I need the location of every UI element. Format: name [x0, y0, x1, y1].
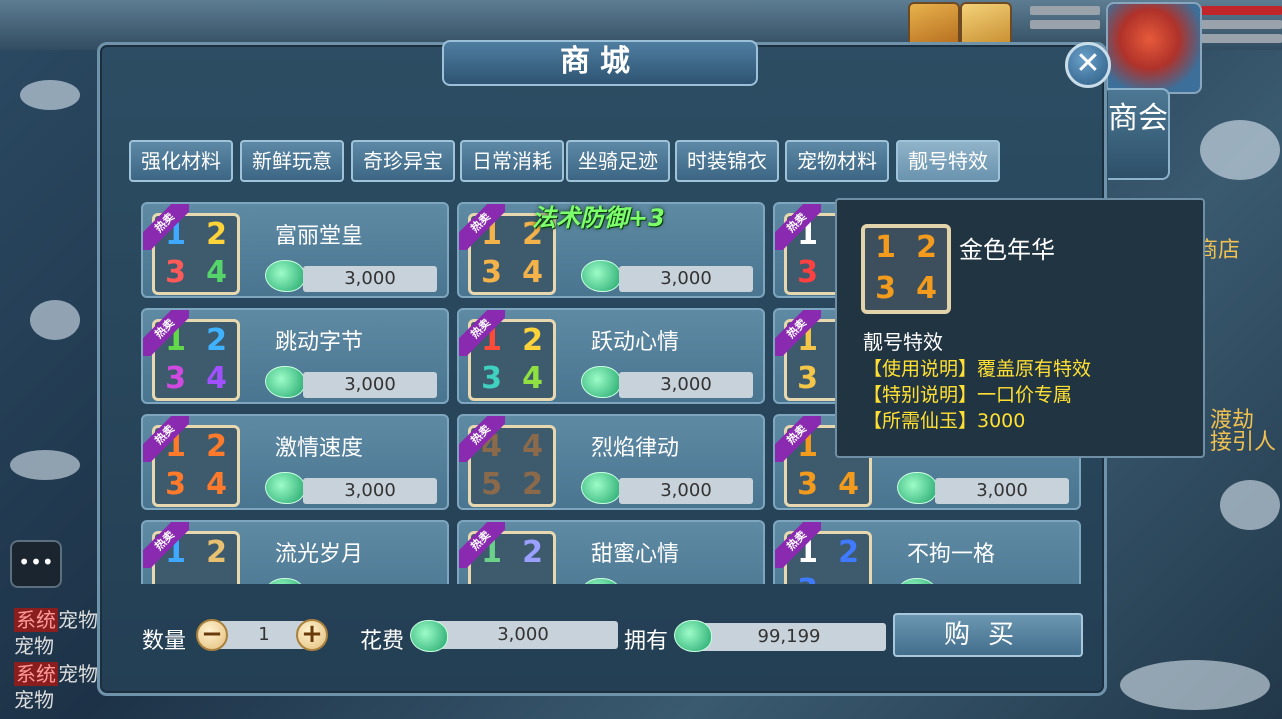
jade-currency-icon [897, 578, 937, 584]
shop-item-card[interactable]: 1 2 热卖 流光岁月 [141, 520, 449, 584]
item-price: 3,000 [303, 266, 437, 292]
guild-shop-tab[interactable]: 商会 [1108, 88, 1170, 180]
jade-currency-icon [410, 620, 448, 652]
shop-item-card[interactable]: 1 2 热卖 甜蜜心情 [457, 520, 765, 584]
item-name: 烈焰律动 [591, 436, 680, 461]
item-name: 甜蜜心情 [591, 542, 680, 567]
jade-currency-icon [581, 472, 621, 504]
hot-sale-badge: 热卖 [459, 204, 505, 250]
jade-currency-icon [265, 260, 305, 292]
tooltip-item-icon: 12 34 [861, 224, 951, 314]
item-name: 跃动心情 [591, 330, 680, 355]
hot-sale-badge: 热卖 [143, 522, 189, 568]
pet-mp-bar [1030, 20, 1100, 29]
hot-sale-badge: 热卖 [459, 310, 505, 356]
hot-sale-badge: 热卖 [143, 416, 189, 462]
shop-item-card[interactable]: 1 2 3 4 热卖 跃动心情 3,000 [457, 308, 765, 404]
chat-line: 系统 宠物 [14, 608, 98, 632]
chat-line: 宠物 [14, 634, 54, 658]
tab-treasures[interactable]: 奇珍异宝 [351, 140, 455, 182]
increase-quantity-button[interactable]: + [296, 619, 328, 651]
close-icon: ✕ [1075, 46, 1101, 81]
hot-sale-badge: 热卖 [775, 416, 821, 462]
jade-currency-icon [581, 578, 621, 584]
item-name: 不拘一格 [907, 542, 996, 567]
quantity-label: 数量 [142, 629, 187, 654]
item-price: 3,000 [935, 478, 1069, 504]
shop-item-card[interactable]: 1 2 3 4 热卖 富丽堂皇 3,000 [141, 202, 449, 298]
tooltip-category: 靓号特效 [863, 330, 943, 354]
player-hp-bar [1200, 6, 1282, 15]
tooltip-price-line: 【所需仙玉】3000 [863, 410, 1026, 432]
hot-sale-badge: 热卖 [775, 204, 821, 250]
floating-buff-text: 法术防御+3 [532, 204, 665, 232]
buy-button[interactable]: 购买 [893, 613, 1083, 657]
item-price: 3,000 [303, 372, 437, 398]
jade-currency-icon [897, 472, 937, 504]
jade-currency-icon [674, 620, 712, 652]
tab-pet-materials[interactable]: 宠物材料 [785, 140, 889, 182]
tab-mounts[interactable]: 坐骑足迹 [566, 140, 670, 182]
player-mp-bar [1200, 20, 1282, 29]
item-price: 3,000 [619, 266, 753, 292]
jade-currency-icon [265, 578, 305, 584]
shop-item-card[interactable]: 1 2 3 4 热卖 激情速度 3,000 [141, 414, 449, 510]
owned-field: 99,199 [692, 623, 886, 651]
chat-line: 系统 宠物 [14, 662, 98, 686]
cost-field: 3,000 [428, 621, 618, 649]
player-portrait[interactable] [1106, 2, 1202, 94]
npc-label-jieyin: 接引人 [1210, 430, 1277, 455]
jade-currency-icon [265, 472, 305, 504]
hot-sale-badge: 热卖 [459, 522, 505, 568]
shop-item-card[interactable]: 123热卖不拘一格 [773, 520, 1081, 584]
close-button[interactable]: ✕ [1065, 42, 1111, 88]
tab-fashion[interactable]: 时装锦衣 [675, 140, 779, 182]
player-exp-bar [1200, 34, 1282, 43]
tooltip-special-line: 【特别说明】一口价专属 [863, 384, 1073, 406]
owned-label: 拥有 [624, 629, 669, 654]
item-name: 流光岁月 [275, 542, 364, 567]
item-name: 富丽堂皇 [275, 224, 364, 249]
hot-sale-badge: 热卖 [775, 522, 821, 568]
tooltip-usage-line: 【使用说明】覆盖原有特效 [863, 358, 1092, 380]
hot-sale-badge: 热卖 [459, 416, 505, 462]
pet-hp-bar [1030, 6, 1100, 15]
cost-label: 花费 [360, 629, 405, 654]
hot-sale-badge: 热卖 [775, 310, 821, 356]
hot-sale-badge: 热卖 [143, 310, 189, 356]
tab-number-effects[interactable]: 靓号特效 [896, 140, 1000, 182]
tab-daily-consumables[interactable]: 日常消耗 [460, 140, 564, 182]
item-price: 3,000 [303, 478, 437, 504]
item-name: 激情速度 [275, 436, 364, 461]
item-tooltip: 12 34 金色年华 靓号特效 【使用说明】覆盖原有特效 【特别说明】一口价专属… [835, 198, 1205, 458]
item-name: 跳动字节 [275, 330, 364, 355]
chat-bubble-icon[interactable]: ••• [10, 540, 62, 588]
decrease-quantity-button[interactable]: − [196, 619, 228, 651]
chat-line: 宠物 [14, 688, 54, 712]
shop-item-card[interactable]: 1 2 3 4 热卖 跳动字节 3,000 [141, 308, 449, 404]
tab-novelties[interactable]: 新鲜玩意 [240, 140, 344, 182]
jade-currency-icon [265, 366, 305, 398]
jade-currency-icon [581, 260, 621, 292]
shop-item-card[interactable]: 4 4 5 2 热卖 烈焰律动 3,000 [457, 414, 765, 510]
shop-title: 商城 [442, 40, 758, 86]
jade-currency-icon [581, 366, 621, 398]
tab-enhance-materials[interactable]: 强化材料 [129, 140, 233, 182]
tooltip-item-name: 金色年华 [959, 236, 1055, 264]
hot-sale-badge: 热卖 [143, 204, 189, 250]
item-price: 3,000 [619, 372, 753, 398]
item-price: 3,000 [619, 478, 753, 504]
